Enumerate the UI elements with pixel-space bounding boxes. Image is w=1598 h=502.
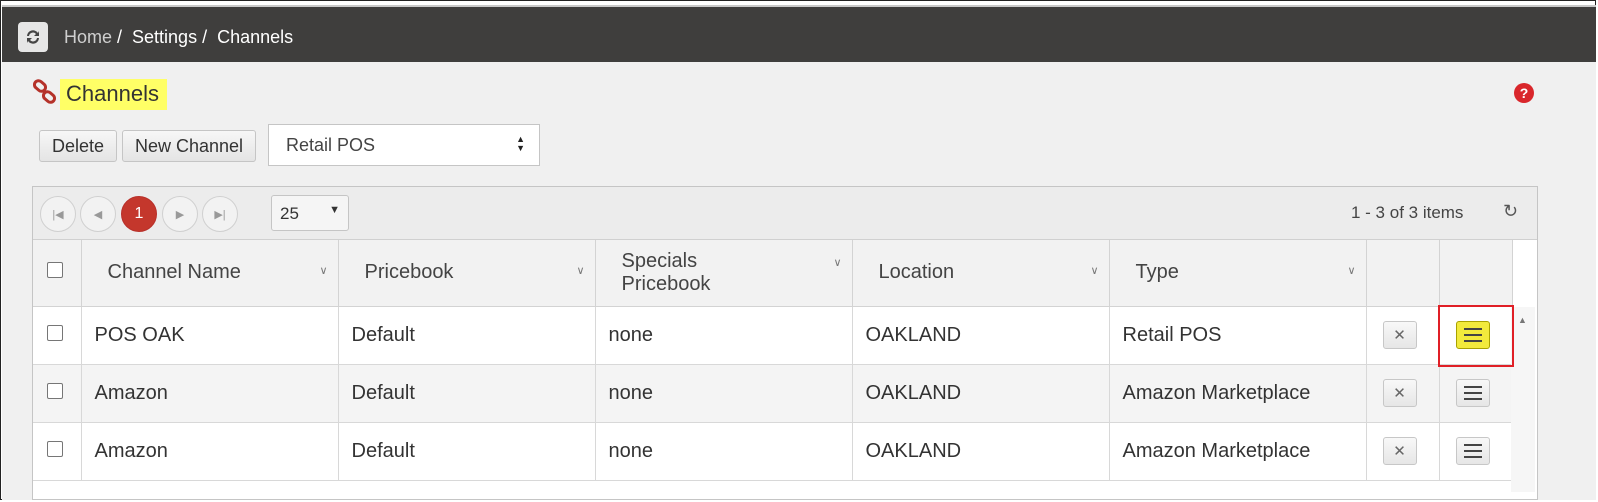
cell-specials-pricebook: none [595,364,853,423]
chevron-down-icon[interactable]: ∨ [1090,260,1098,283]
table-row[interactable]: POS OAK Default none OAKLAND Retail POS … [33,306,1513,365]
breadcrumb-separator: / [197,27,218,47]
cell-channel-name: POS OAK [81,306,339,365]
close-icon[interactable]: ✕ [1382,437,1417,465]
column-header-pricebook[interactable]: Pricebook ∨ [338,240,596,307]
chevron-down-icon[interactable]: ∨ [833,252,841,275]
select-all-cell [33,240,82,307]
first-page-icon[interactable]: |◀ [40,196,76,232]
next-page-icon[interactable]: ▶ [162,196,198,232]
row-delete-cell: ✕ [1366,422,1440,481]
page-content: Channels ? Delete New Channel Retail POS… [2,62,1596,500]
table-row[interactable]: Amazon Default none OAKLAND Amazon Marke… [33,364,1513,423]
column-label: Type [1135,261,1179,284]
cell-pricebook: Default [338,364,596,423]
chevron-down-icon[interactable]: ∨ [576,260,584,283]
row-checkbox[interactable] [47,440,63,457]
column-header-specials-pricebook[interactable]: Specials Pricebook ∨ [595,240,853,307]
page-title: Channels [60,79,167,110]
breadcrumb-separator: / [112,27,133,47]
cell-channel-name: Amazon [81,364,339,423]
column-header-menu [1439,240,1513,307]
cell-specials-pricebook: none [595,306,853,365]
breadcrumb-settings[interactable]: Settings [132,27,197,48]
channels-table: Channel Name ∨ Pricebook ∨ Specials Priceb… [33,240,1513,481]
column-label: Pricebook [364,261,454,284]
page-size-select[interactable]: 25 ▼ [271,195,349,231]
column-header-location[interactable]: Location ∨ [852,240,1110,307]
hamburger-menu-icon[interactable] [1455,379,1490,407]
chevron-down-icon[interactable]: ∨ [319,260,327,283]
row-delete-cell: ✕ [1366,364,1440,423]
channel-type-select[interactable]: Retail POS ▲ ▼ [268,124,540,166]
last-page-icon[interactable]: ▶| [202,196,238,232]
cell-channel-name: Amazon [81,422,339,481]
row-checkbox[interactable] [47,324,63,341]
page-size-value: 25 [280,204,299,223]
row-delete-cell: ✕ [1366,306,1440,365]
pager: |◀ ◀ 1 ▶ ▶| 25 ▼ 1 - 3 of 3 items ↻ [33,187,1537,240]
column-label: Channel Name [107,261,241,284]
select-arrows-icon: ▲ ▼ [516,134,525,153]
breadcrumb-home[interactable]: Home [64,27,112,48]
current-page-button[interactable]: 1 [121,196,157,232]
cell-location: OAKLAND [852,422,1110,481]
prev-page-icon[interactable]: ◀ [80,196,116,232]
channels-grid: |◀ ◀ 1 ▶ ▶| 25 ▼ 1 - 3 of 3 items ↻ Chan… [32,186,1538,500]
delete-button[interactable]: Delete [39,130,117,162]
column-header-type[interactable]: Type ∨ [1109,240,1367,307]
pager-info: 1 - 3 of 3 items [1351,203,1464,222]
breadcrumb-current: Channels [217,27,294,47]
dropdown-arrow-icon: ▼ [329,204,340,216]
scroll-up-icon[interactable]: ▲ [1518,315,1527,325]
table-row[interactable]: Amazon Default none OAKLAND Amazon Marke… [33,422,1513,481]
cell-specials-pricebook: none [595,422,853,481]
vertical-scrollbar[interactable]: ▲ [1511,307,1535,492]
cell-type: Amazon Marketplace [1109,364,1367,423]
channel-type-value: Retail POS [286,135,376,155]
row-checkbox[interactable] [47,382,63,399]
chevron-down-icon[interactable]: ∨ [1347,260,1355,283]
column-header-delete [1366,240,1440,307]
breadcrumb: Home / Settings / Channels [64,27,293,48]
cell-location: OAKLAND [852,364,1110,423]
new-channel-button[interactable]: New Channel [122,130,256,162]
column-label: Location [878,261,955,284]
refresh-icon[interactable] [18,22,48,52]
question-circle-icon[interactable]: ? [1514,83,1534,103]
hamburger-menu-icon[interactable] [1455,437,1490,465]
row-menu-cell [1439,364,1513,423]
close-icon[interactable]: ✕ [1382,379,1417,407]
column-header-channel-name[interactable]: Channel Name ∨ [81,240,339,307]
cell-type: Amazon Marketplace [1109,422,1367,481]
top-bar: Home / Settings / Channels [2,5,1596,62]
cell-pricebook: Default [338,422,596,481]
row-select-cell [33,306,82,365]
row-select-cell [33,364,82,423]
cell-type: Retail POS [1109,306,1367,365]
close-icon[interactable]: ✕ [1382,321,1417,349]
column-label: Specials Pricebook [621,249,711,295]
table-header-row: Channel Name ∨ Pricebook ∨ Specials Priceb… [33,240,1513,307]
page-header: Channels [32,79,167,110]
reload-icon[interactable]: ↻ [1503,201,1518,222]
window-frame: Home / Settings / Channels Channels ? De… [0,0,1596,500]
cell-pricebook: Default [338,306,596,365]
select-all-checkbox[interactable] [47,262,63,279]
row-menu-cell [1439,422,1513,481]
row-select-cell [33,422,82,481]
link-icon [32,79,58,110]
highlight-annotation-box [1438,305,1514,367]
cell-location: OAKLAND [852,306,1110,365]
